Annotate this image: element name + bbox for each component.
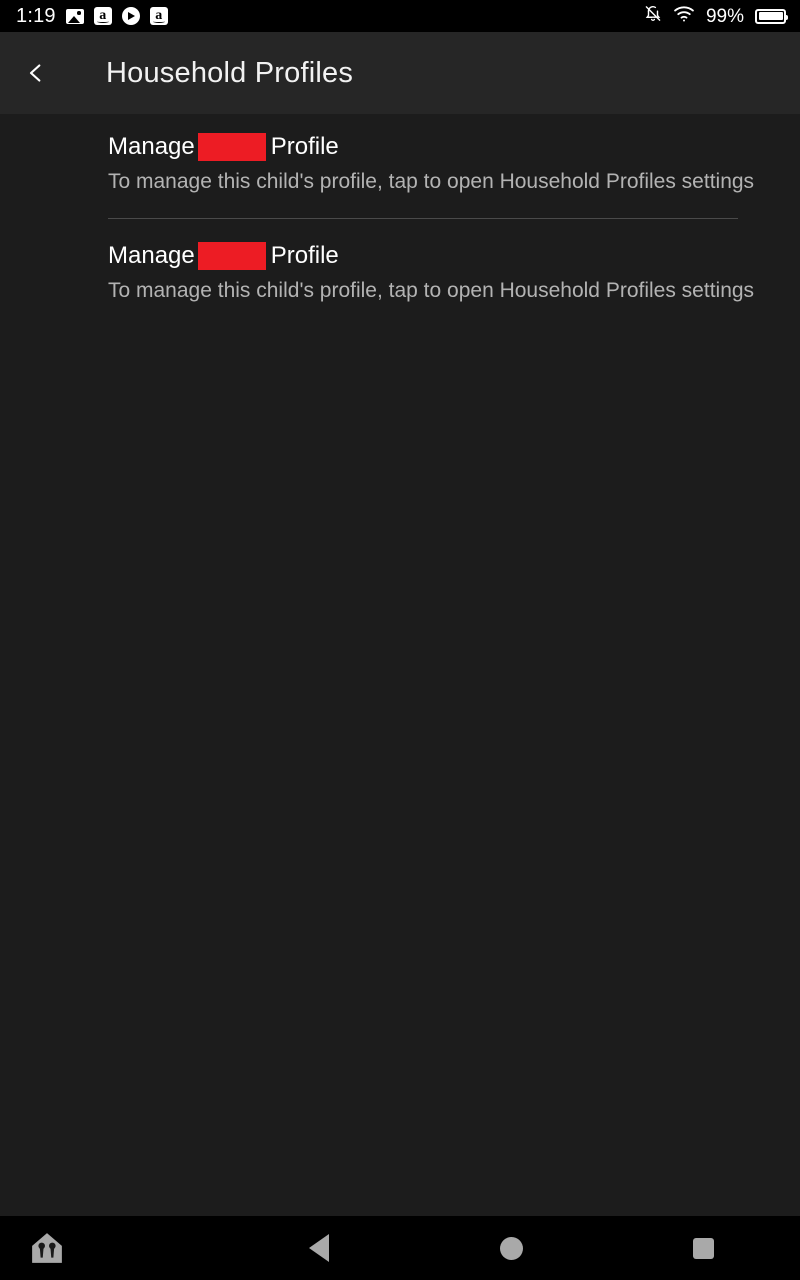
back-button[interactable]	[223, 1216, 416, 1280]
profile-title: Manage Profile	[108, 132, 738, 162]
play-circle-icon	[121, 7, 140, 25]
profile-title-prefix: Manage	[108, 242, 195, 269]
system-navigation-bar	[0, 1216, 800, 1280]
amazon-app-icon: a	[93, 7, 112, 25]
home-icon	[499, 1236, 523, 1260]
recents-icon	[693, 1237, 715, 1259]
list-item[interactable]: Manage Profile To manage this child's pr…	[0, 241, 800, 304]
back-button[interactable]	[0, 32, 72, 114]
chevron-left-icon	[29, 64, 41, 82]
list-divider	[108, 218, 738, 219]
phone-screen: 1:19 a a 99% Household Profiles Manage P…	[0, 0, 800, 1280]
redacted-name-box	[197, 133, 266, 161]
page-title: Household Profiles	[106, 56, 354, 89]
household-kids-icon	[32, 1233, 62, 1263]
household-kids-button[interactable]	[0, 1216, 223, 1280]
profile-title-suffix: Profile	[270, 242, 339, 269]
wifi-icon	[673, 5, 695, 27]
profiles-list: Manage Profile To manage this child's pr…	[0, 114, 800, 1216]
profile-title: Manage Profile	[108, 241, 738, 271]
status-time: 1:19	[16, 5, 56, 27]
redacted-name-box	[197, 242, 266, 270]
profile-description: To manage this child's profile, tap to o…	[108, 279, 755, 302]
photo-icon	[65, 8, 84, 24]
profile-description: To manage this child's profile, tap to o…	[108, 170, 755, 193]
profile-title-prefix: Manage	[108, 133, 195, 160]
back-icon	[308, 1234, 329, 1262]
notifications-off-icon	[644, 4, 662, 28]
home-button[interactable]	[415, 1216, 608, 1280]
battery-icon	[755, 8, 788, 24]
profile-title-suffix: Profile	[270, 133, 339, 160]
recents-button[interactable]	[608, 1216, 800, 1280]
list-item[interactable]: Manage Profile To manage this child's pr…	[0, 132, 800, 195]
status-bar-left: 1:19 a a	[16, 6, 168, 26]
battery-percent-label: 99%	[705, 5, 744, 27]
status-bar: 1:19 a a 99%	[0, 0, 800, 32]
app-bar: Household Profiles	[0, 32, 800, 114]
amazon-app-icon: a	[149, 7, 168, 25]
status-bar-right: 99%	[644, 4, 788, 28]
